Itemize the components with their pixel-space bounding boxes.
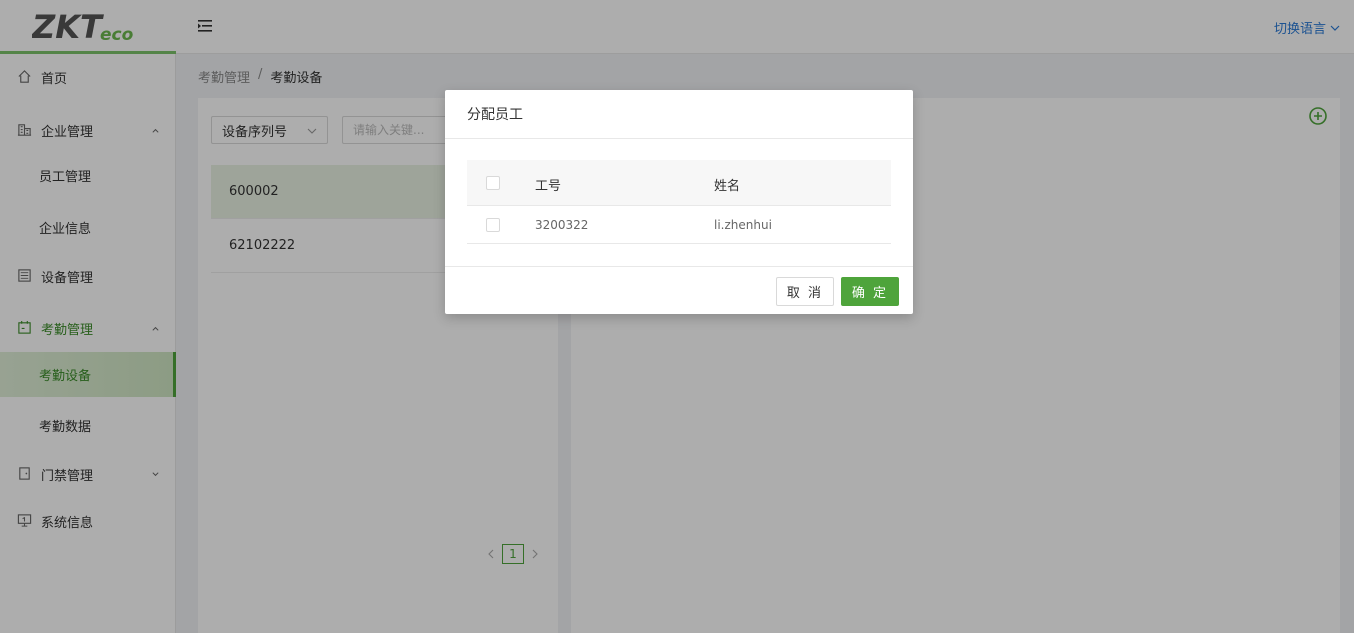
- confirm-button[interactable]: 确 定: [841, 277, 899, 306]
- assign-employee-dialog: 分配员工 工号 姓名 3200322 li.zhenhui 取 消 确 定: [445, 90, 913, 314]
- employee-id: 3200322: [535, 218, 589, 232]
- table-header: 工号 姓名: [467, 160, 891, 206]
- cancel-button[interactable]: 取 消: [776, 277, 834, 306]
- employee-name: li.zhenhui: [714, 218, 772, 232]
- table-row[interactable]: 3200322 li.zhenhui: [467, 207, 891, 244]
- column-header-id: 工号: [535, 179, 562, 194]
- select-all-checkbox[interactable]: [486, 176, 500, 190]
- row-checkbox[interactable]: [486, 218, 500, 232]
- dialog-title: 分配员工: [445, 90, 913, 139]
- dialog-footer: 取 消 确 定: [445, 266, 913, 314]
- column-header-name: 姓名: [714, 179, 741, 194]
